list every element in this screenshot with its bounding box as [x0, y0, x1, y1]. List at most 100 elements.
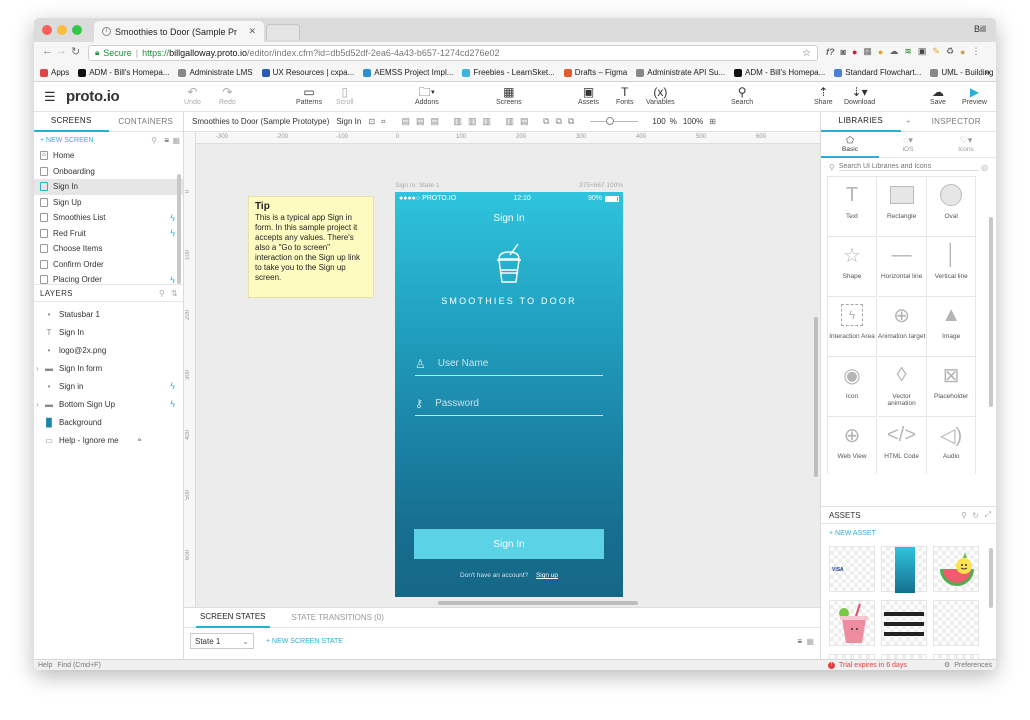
password-field[interactable]: ⚷ Password [415, 392, 603, 416]
screen-item[interactable]: Confirm Order [34, 257, 183, 273]
layer-item[interactable]: ▭ Help - Ignore me 🔒︎ [34, 431, 183, 449]
chevron-right-icon[interactable]: › [36, 364, 39, 373]
username-field[interactable]: ♙ User Name [415, 352, 603, 376]
asset-hamburger-lines[interactable] [881, 600, 927, 646]
bookmark-item[interactable]: Freebies - LearnSket... [462, 68, 555, 77]
library-item[interactable]: ☆ Shape [828, 237, 877, 297]
pinterest-extension-icon[interactable]: ● [852, 47, 857, 57]
library-item[interactable]: │ Vertical line [927, 237, 976, 297]
redo-button[interactable]: ↷ Redo [219, 85, 236, 106]
library-search-input[interactable] [838, 163, 979, 171]
bookmark-item[interactable]: Apps [40, 68, 69, 77]
fullscreen-icon[interactable]: ⊞ [709, 117, 716, 126]
undo-button[interactable]: ↶ Undo [184, 85, 201, 106]
back-arrow-icon[interactable]: ← [42, 45, 53, 57]
asset-fruit-illustration[interactable] [933, 546, 979, 592]
subtab-ios[interactable]: ◌▾ iOS [879, 132, 937, 158]
search-icon[interactable]: ⚲ [151, 136, 157, 145]
library-item[interactable]: ▲ Image [927, 297, 976, 357]
fit-screen-icon[interactable]: ⊡ [368, 117, 375, 126]
download-button[interactable]: ⇣▾ Download [844, 85, 875, 106]
sign-up-link[interactable]: Sign up [536, 572, 558, 579]
fonts-button[interactable]: T Fonts [616, 85, 634, 106]
recycle-extension-icon[interactable]: ♻ [946, 46, 954, 57]
library-item[interactable]: Rectangle [877, 177, 927, 237]
close-window-button[interactable] [42, 25, 52, 35]
buffer-extension-icon[interactable]: ≋ [904, 46, 912, 57]
profile-name[interactable]: Bill [974, 24, 986, 34]
library-item[interactable]: ⊠ Placeholder [927, 357, 976, 417]
asset-empty[interactable] [933, 600, 979, 646]
layer-item[interactable]: › ▬ Sign In form [34, 359, 183, 377]
tab-inspector[interactable]: INSPECTOR [916, 112, 996, 131]
trial-notice[interactable]: ! Trial expires in 6 days [828, 661, 907, 669]
forward-arrow-icon[interactable]: → [56, 45, 67, 57]
new-tab-button[interactable] [266, 24, 300, 40]
library-item[interactable]: </> HTML Code [878, 417, 927, 474]
new-screen-button[interactable]: + NEW SCREEN [40, 137, 93, 144]
grid-snap-icon[interactable]: ⌗ [381, 117, 386, 127]
library-item[interactable]: ⊕ Web View [828, 417, 877, 474]
new-screen-state-button[interactable]: + NEW SCREEN STATE [266, 638, 343, 645]
external-link-icon[interactable]: ⤢ [985, 510, 991, 520]
screen-name-dropdown[interactable]: Sign In [336, 117, 361, 126]
layer-item[interactable]: › ▬ Bottom Sign Up ϟ [34, 395, 183, 413]
share-button[interactable]: ⇡ Share [814, 85, 833, 106]
library-item[interactable]: ϟ Interaction Area [828, 297, 877, 357]
camera-extension-icon[interactable]: ◙ [841, 47, 846, 57]
chevron-right-icon[interactable]: › [36, 400, 39, 409]
search-icon[interactable]: ⚲ [159, 289, 165, 298]
hamburger-menu-icon[interactable]: ☰ [44, 89, 56, 105]
screen-item[interactable]: Sign In [34, 179, 183, 195]
list-view-icon[interactable]: ≡ [164, 136, 169, 145]
layer-item[interactable]: █ Background [34, 413, 183, 431]
new-asset-button[interactable]: + NEW ASSET [829, 530, 876, 537]
library-item[interactable]: ◁) Audio [927, 417, 976, 474]
library-item[interactable]: Oval [927, 177, 976, 237]
minimize-window-button[interactable] [57, 25, 67, 35]
tab-containers[interactable]: CONTAINERS [109, 112, 184, 131]
save-button[interactable]: ☁ Save [930, 85, 946, 106]
phone-screen[interactable]: ●●●●○ PROTO.IO 12:10 90% Sign In SMOOTHI… [395, 192, 623, 597]
tab-screen-states[interactable]: SCREEN STATES [196, 608, 270, 628]
help-link[interactable]: Help [38, 662, 52, 669]
color-extension-icon[interactable]: ✎ [932, 46, 940, 57]
patterns-button[interactable]: ▭ Patterns [296, 85, 322, 106]
filter-icon[interactable]: ◎ [981, 163, 988, 172]
library-item[interactable]: ⊕ Animation target [877, 297, 927, 357]
zoom-slider[interactable] [590, 117, 639, 125]
bookmark-item[interactable]: Administrate LMS [178, 68, 253, 77]
grid-view-icon[interactable]: ▦ [172, 136, 180, 145]
canvas-horizontal-scrollbar[interactable] [438, 601, 638, 605]
library-item[interactable]: ◊ Vector animation [877, 357, 927, 417]
state-select[interactable]: State 1 ⌄ [190, 633, 254, 649]
variables-button[interactable]: (x) Variables [646, 85, 675, 106]
assets-button[interactable]: ▣ Assets [578, 85, 599, 106]
asset-visa-card[interactable]: VISA [829, 546, 875, 592]
bookmark-star-icon[interactable]: ☆ [802, 48, 811, 59]
zoom-value[interactable]: 100 [652, 117, 665, 126]
bookmark-item[interactable]: ADM - Bill's Homepa... [78, 68, 169, 77]
asset-gradient-background[interactable] [881, 546, 927, 593]
library-scrollbar[interactable] [989, 217, 993, 407]
screen-item[interactable]: Red Fruit ϟ [34, 226, 183, 242]
bookmark-item[interactable]: Administrate API Su... [636, 68, 725, 77]
zoom-slider-handle[interactable] [606, 117, 615, 125]
library-item[interactable]: T Text [828, 177, 877, 237]
screens-button[interactable]: ▦ Screens [496, 85, 522, 106]
screen-item[interactable]: Choose Items [34, 241, 183, 257]
cloud-extension-icon[interactable]: ☁ [889, 46, 898, 57]
screen-item[interactable]: Placing Order ϟ [34, 272, 183, 284]
layer-item[interactable]: • Sign in ϟ [34, 377, 183, 395]
search-icon[interactable]: ⚲ [961, 511, 967, 520]
bookmark-item[interactable]: UX Resources | cxpa... [261, 68, 354, 77]
more-bookmarks-button[interactable]: » [984, 67, 990, 78]
bookmark-item[interactable]: AEMSS Project Impl... [363, 68, 453, 77]
layer-item[interactable]: • logo@2x.png [34, 341, 183, 359]
canvas-vertical-scrollbar[interactable] [814, 317, 818, 477]
chrome-extension-icon[interactable]: ● [878, 47, 883, 57]
list-view-icon[interactable]: ≡ [797, 637, 802, 646]
library-search[interactable]: ⚲ ◎ [821, 158, 996, 176]
grid-extension-icon[interactable]: ▦ [863, 46, 872, 57]
sign-in-button[interactable]: Sign In [414, 529, 604, 559]
